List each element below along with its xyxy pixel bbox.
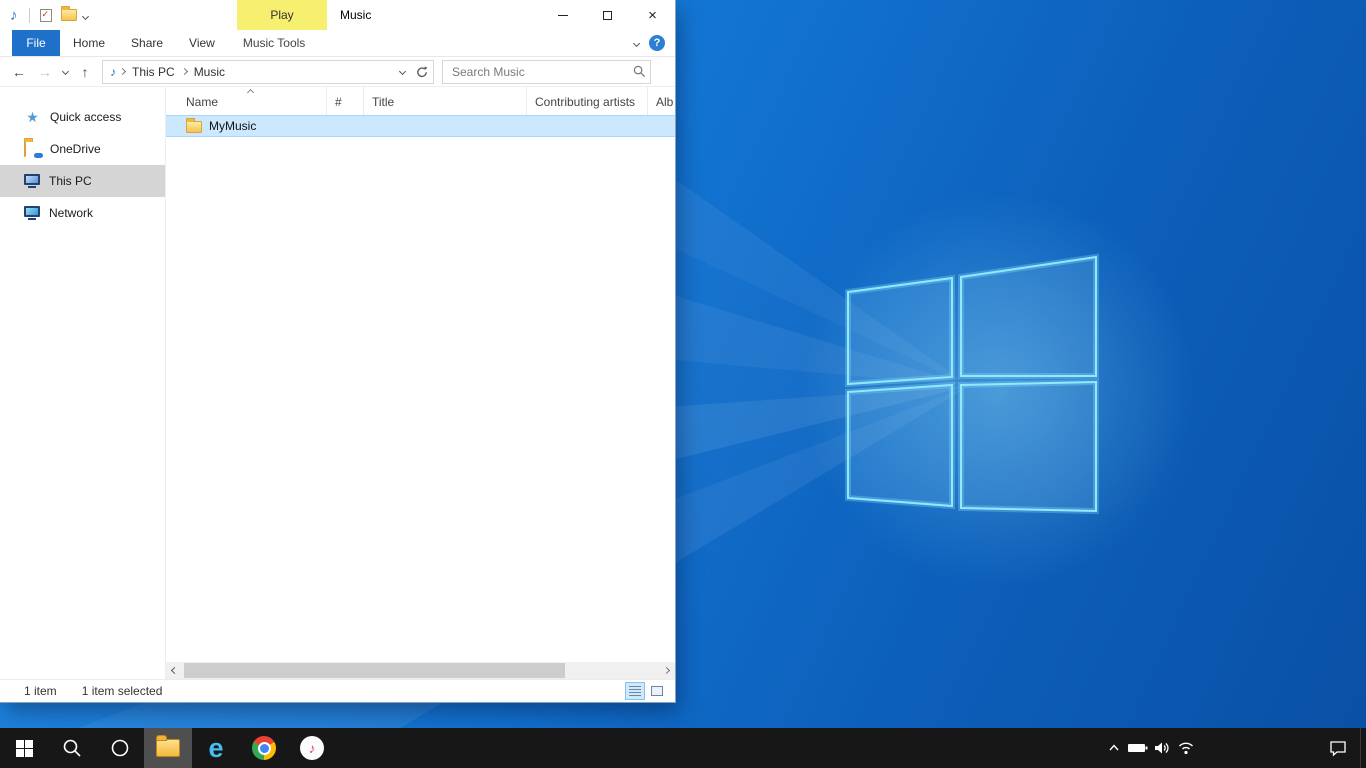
horizontal-scrollbar[interactable] <box>166 662 675 679</box>
column-header-album[interactable]: Alb <box>648 87 675 115</box>
taskbar-itunes-button[interactable]: ♪ <box>288 728 336 768</box>
scroll-left-icon[interactable] <box>166 662 183 679</box>
file-name: MyMusic <box>209 119 256 133</box>
start-button[interactable] <box>0 728 48 768</box>
onedrive-icon <box>24 142 41 156</box>
navigation-pane: ★ Quick access OneDrive This PC Network <box>0 87 166 679</box>
sidebar-item-label: This PC <box>49 174 92 188</box>
search-box[interactable] <box>442 60 651 84</box>
new-folder-icon[interactable] <box>61 9 77 21</box>
tab-music-tools[interactable]: Music Tools <box>230 30 318 56</box>
recent-locations-dropdown-icon[interactable] <box>58 59 72 85</box>
sidebar-item-quick-access[interactable]: ★ Quick access <box>0 101 165 133</box>
volume-icon[interactable] <box>1150 728 1174 768</box>
close-button[interactable]: × <box>630 0 675 30</box>
scrollbar-thumb[interactable] <box>184 663 565 678</box>
folder-icon <box>186 121 202 133</box>
divider <box>29 8 30 23</box>
sidebar-item-onedrive[interactable]: OneDrive <box>0 133 165 165</box>
chrome-icon <box>252 736 276 760</box>
action-center-icon[interactable] <box>1316 728 1360 768</box>
main-area: ★ Quick access OneDrive This PC Network <box>0 87 675 679</box>
taskbar-search-button[interactable] <box>48 728 96 768</box>
ribbon-tab-row: File Home Share View Music Tools ? <box>0 30 675 57</box>
music-app-icon: ♪ <box>10 7 18 24</box>
selection-count: 1 item selected <box>82 684 163 698</box>
tab-play[interactable]: Play <box>237 0 327 30</box>
large-icons-view-icon <box>651 686 663 696</box>
up-button[interactable]: ↑ <box>72 59 98 85</box>
internet-explorer-icon: e <box>208 735 223 762</box>
cortana-icon <box>110 738 130 758</box>
tab-view[interactable]: View <box>176 30 228 56</box>
system-tray <box>1102 728 1366 768</box>
search-icon[interactable] <box>633 65 646 78</box>
taskbar: e ♪ <box>0 728 1366 768</box>
taskbar-file-explorer-button[interactable] <box>144 728 192 768</box>
battery-icon[interactable] <box>1126 728 1150 768</box>
help-icon[interactable]: ? <box>649 35 665 51</box>
windows-logo-wallpaper <box>840 246 1102 518</box>
cortana-button[interactable] <box>96 728 144 768</box>
maximize-button[interactable] <box>585 0 630 30</box>
breadcrumb-this-pc[interactable]: This PC <box>125 61 182 83</box>
sidebar-item-network[interactable]: Network <box>0 197 165 229</box>
navigation-bar: ← → ↑ ♪ This PC Music <box>0 57 675 87</box>
tab-home[interactable]: Home <box>60 30 118 56</box>
file-explorer-window: ♪ Play Music × File Home Share View Musi… <box>0 0 675 702</box>
search-icon <box>62 738 82 758</box>
sidebar-item-label: Quick access <box>50 110 121 124</box>
column-header-contributing-artists[interactable]: Contributing artists <box>527 87 648 115</box>
play-tab-label: Play <box>270 8 293 22</box>
file-explorer-icon <box>157 740 179 756</box>
itunes-icon: ♪ <box>300 736 324 760</box>
window-controls: × <box>540 0 675 30</box>
music-folder-icon: ♪ <box>110 65 116 79</box>
wifi-network-icon[interactable] <box>1174 728 1198 768</box>
network-icon <box>24 206 40 220</box>
expand-ribbon-button[interactable] <box>623 30 649 56</box>
refresh-icon[interactable] <box>411 66 433 78</box>
chevron-down-icon <box>632 39 639 46</box>
title-bar: ♪ Play Music × <box>0 0 675 30</box>
computer-icon <box>24 174 40 188</box>
item-count: 1 item <box>24 684 57 698</box>
show-desktop-button[interactable] <box>1360 728 1366 768</box>
sidebar-item-label: Network <box>49 206 93 220</box>
taskbar-internet-explorer-button[interactable]: e <box>192 728 240 768</box>
sidebar-item-label: OneDrive <box>50 142 101 156</box>
tab-file[interactable]: File <box>12 30 60 56</box>
file-list: Name # Title Contributing artists Alb My… <box>166 87 675 679</box>
column-header-number[interactable]: # <box>327 87 364 115</box>
status-bar: 1 item 1 item selected <box>0 679 675 702</box>
quick-access-toolbar-dropdown-icon[interactable] <box>81 12 88 19</box>
hidden-icons-chevron-icon[interactable] <box>1102 728 1126 768</box>
file-row-mymusic[interactable]: MyMusic <box>166 115 675 137</box>
column-headers: Name # Title Contributing artists Alb <box>166 87 675 115</box>
forward-button[interactable]: → <box>32 59 58 85</box>
large-icons-view-button[interactable] <box>647 682 667 700</box>
properties-icon[interactable] <box>40 9 52 22</box>
details-view-icon <box>629 686 641 696</box>
minimize-button[interactable] <box>540 0 585 30</box>
breadcrumb-music[interactable]: Music <box>187 61 232 83</box>
address-dropdown-icon[interactable] <box>393 69 411 74</box>
taskbar-chrome-button[interactable] <box>240 728 288 768</box>
tab-share[interactable]: Share <box>118 30 176 56</box>
star-icon: ★ <box>24 109 41 126</box>
windows-logo-icon <box>16 740 33 757</box>
details-view-button[interactable] <box>625 682 645 700</box>
back-button[interactable]: ← <box>6 59 32 85</box>
sidebar-item-this-pc[interactable]: This PC <box>0 165 165 197</box>
search-input[interactable] <box>452 65 633 79</box>
scroll-right-icon[interactable] <box>658 662 675 679</box>
address-bar[interactable]: ♪ This PC Music <box>102 60 434 84</box>
window-title: Music <box>340 8 371 22</box>
column-header-title[interactable]: Title <box>364 87 527 115</box>
